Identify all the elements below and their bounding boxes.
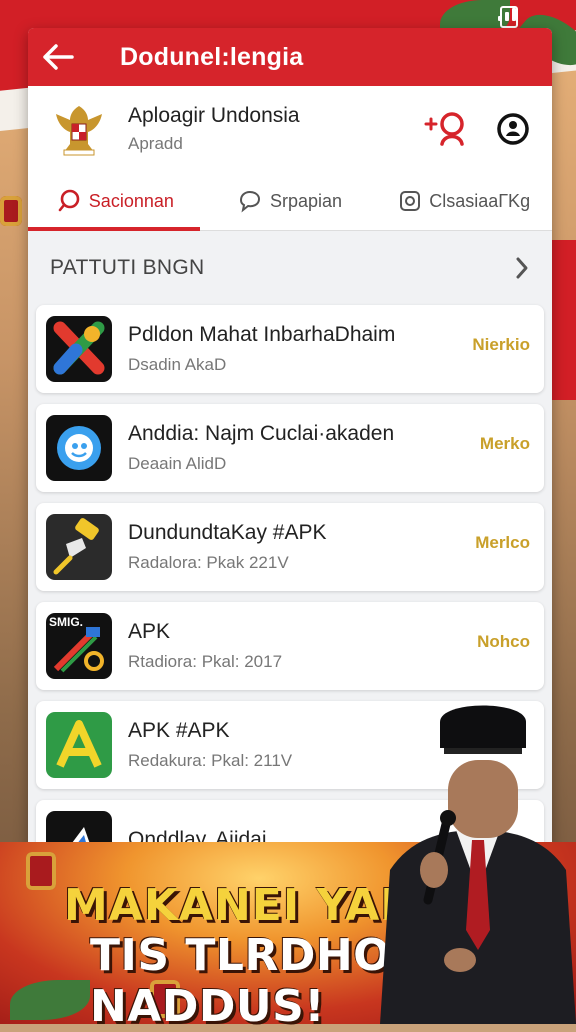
chat-icon [239,190,260,213]
tab-label: Sacionnan [88,190,174,211]
side-flag [548,240,576,400]
list-item[interactable]: Pdldon Mahat InbarhaDhaim Dsadin AkaD Ni… [36,305,544,393]
app-icon [46,712,112,778]
search-icon [58,189,80,212]
app-subtitle: Dsadin AkaD [128,355,227,374]
back-button[interactable] [28,28,88,86]
open-button[interactable]: Merko [480,434,530,454]
app-icon: SMIG. [46,613,112,679]
tab-sacionnan[interactable]: Sacionnan [28,172,203,230]
app-subtitle: Redakura: Pkal: 211V [128,751,293,770]
app-subtitle: Deaain AlidD [128,454,227,473]
app-icon [46,514,112,580]
tab-label: ClsasiaaГKg [429,190,531,211]
tab-label: Srpapian [269,190,343,211]
add-user-icon[interactable] [424,110,470,146]
app-name: APK [128,620,171,643]
open-button[interactable]: Nierkio [472,335,530,355]
arrow-left-icon [43,44,74,70]
open-button[interactable]: Merlco [475,533,530,553]
tab-clsasiaakg[interactable]: ClsasiaaГKg [377,172,552,230]
section-header[interactable]: PATTUTI BNGN [28,231,552,305]
app-name: Anddia: Najm Cuclai·akaden [128,422,395,445]
section-title: PATTUTI BNGN [50,256,205,279]
tab-srpapian[interactable]: Srpapian [203,172,378,230]
battery-icon [500,6,518,28]
app-icon [46,415,112,481]
list-item[interactable]: DundundtaKay #APK Radalora: Pkak 221V Me… [36,503,544,591]
app-subtitle: Rtadiora: Pkal: 2017 [128,652,283,671]
drum-decoration [26,852,56,890]
app-icon [46,316,112,382]
chevron-right-icon[interactable] [514,256,530,280]
app-name: Pdldon Mahat InbarhaDhaim [128,323,396,346]
app-name: DundundtaKay #APK [128,521,327,544]
page-title: Dodunel:lengia [120,42,304,71]
drum-decoration [0,196,22,226]
app-name: APK #APK [128,719,230,742]
instagram-icon [400,191,421,211]
garuda-emblem-icon [56,106,102,156]
active-tab-indicator [28,227,200,231]
speaker-portrait-image [380,705,576,1024]
app-header: Aploagir Undonsia Apradd [28,86,552,172]
app-subtitle: Radalora: Pkak 221V [128,553,289,572]
list-item[interactable]: Anddia: Najm Cuclai·akaden Deaain AlidD … [36,404,544,492]
list-item[interactable]: SMIG. APK Rtadiora: Pkal: 2017 Nohco [36,602,544,690]
open-button[interactable]: Nohco [477,632,530,652]
settings-icon[interactable] [496,112,530,146]
app-subtitle: Apradd [128,134,183,153]
app-name: Aploagir Undonsia [128,104,300,127]
tab-bar: Sacionnan Srpapian ClsasiaaГKg [28,172,552,231]
top-bar: Dodunel:lengia [28,28,552,86]
